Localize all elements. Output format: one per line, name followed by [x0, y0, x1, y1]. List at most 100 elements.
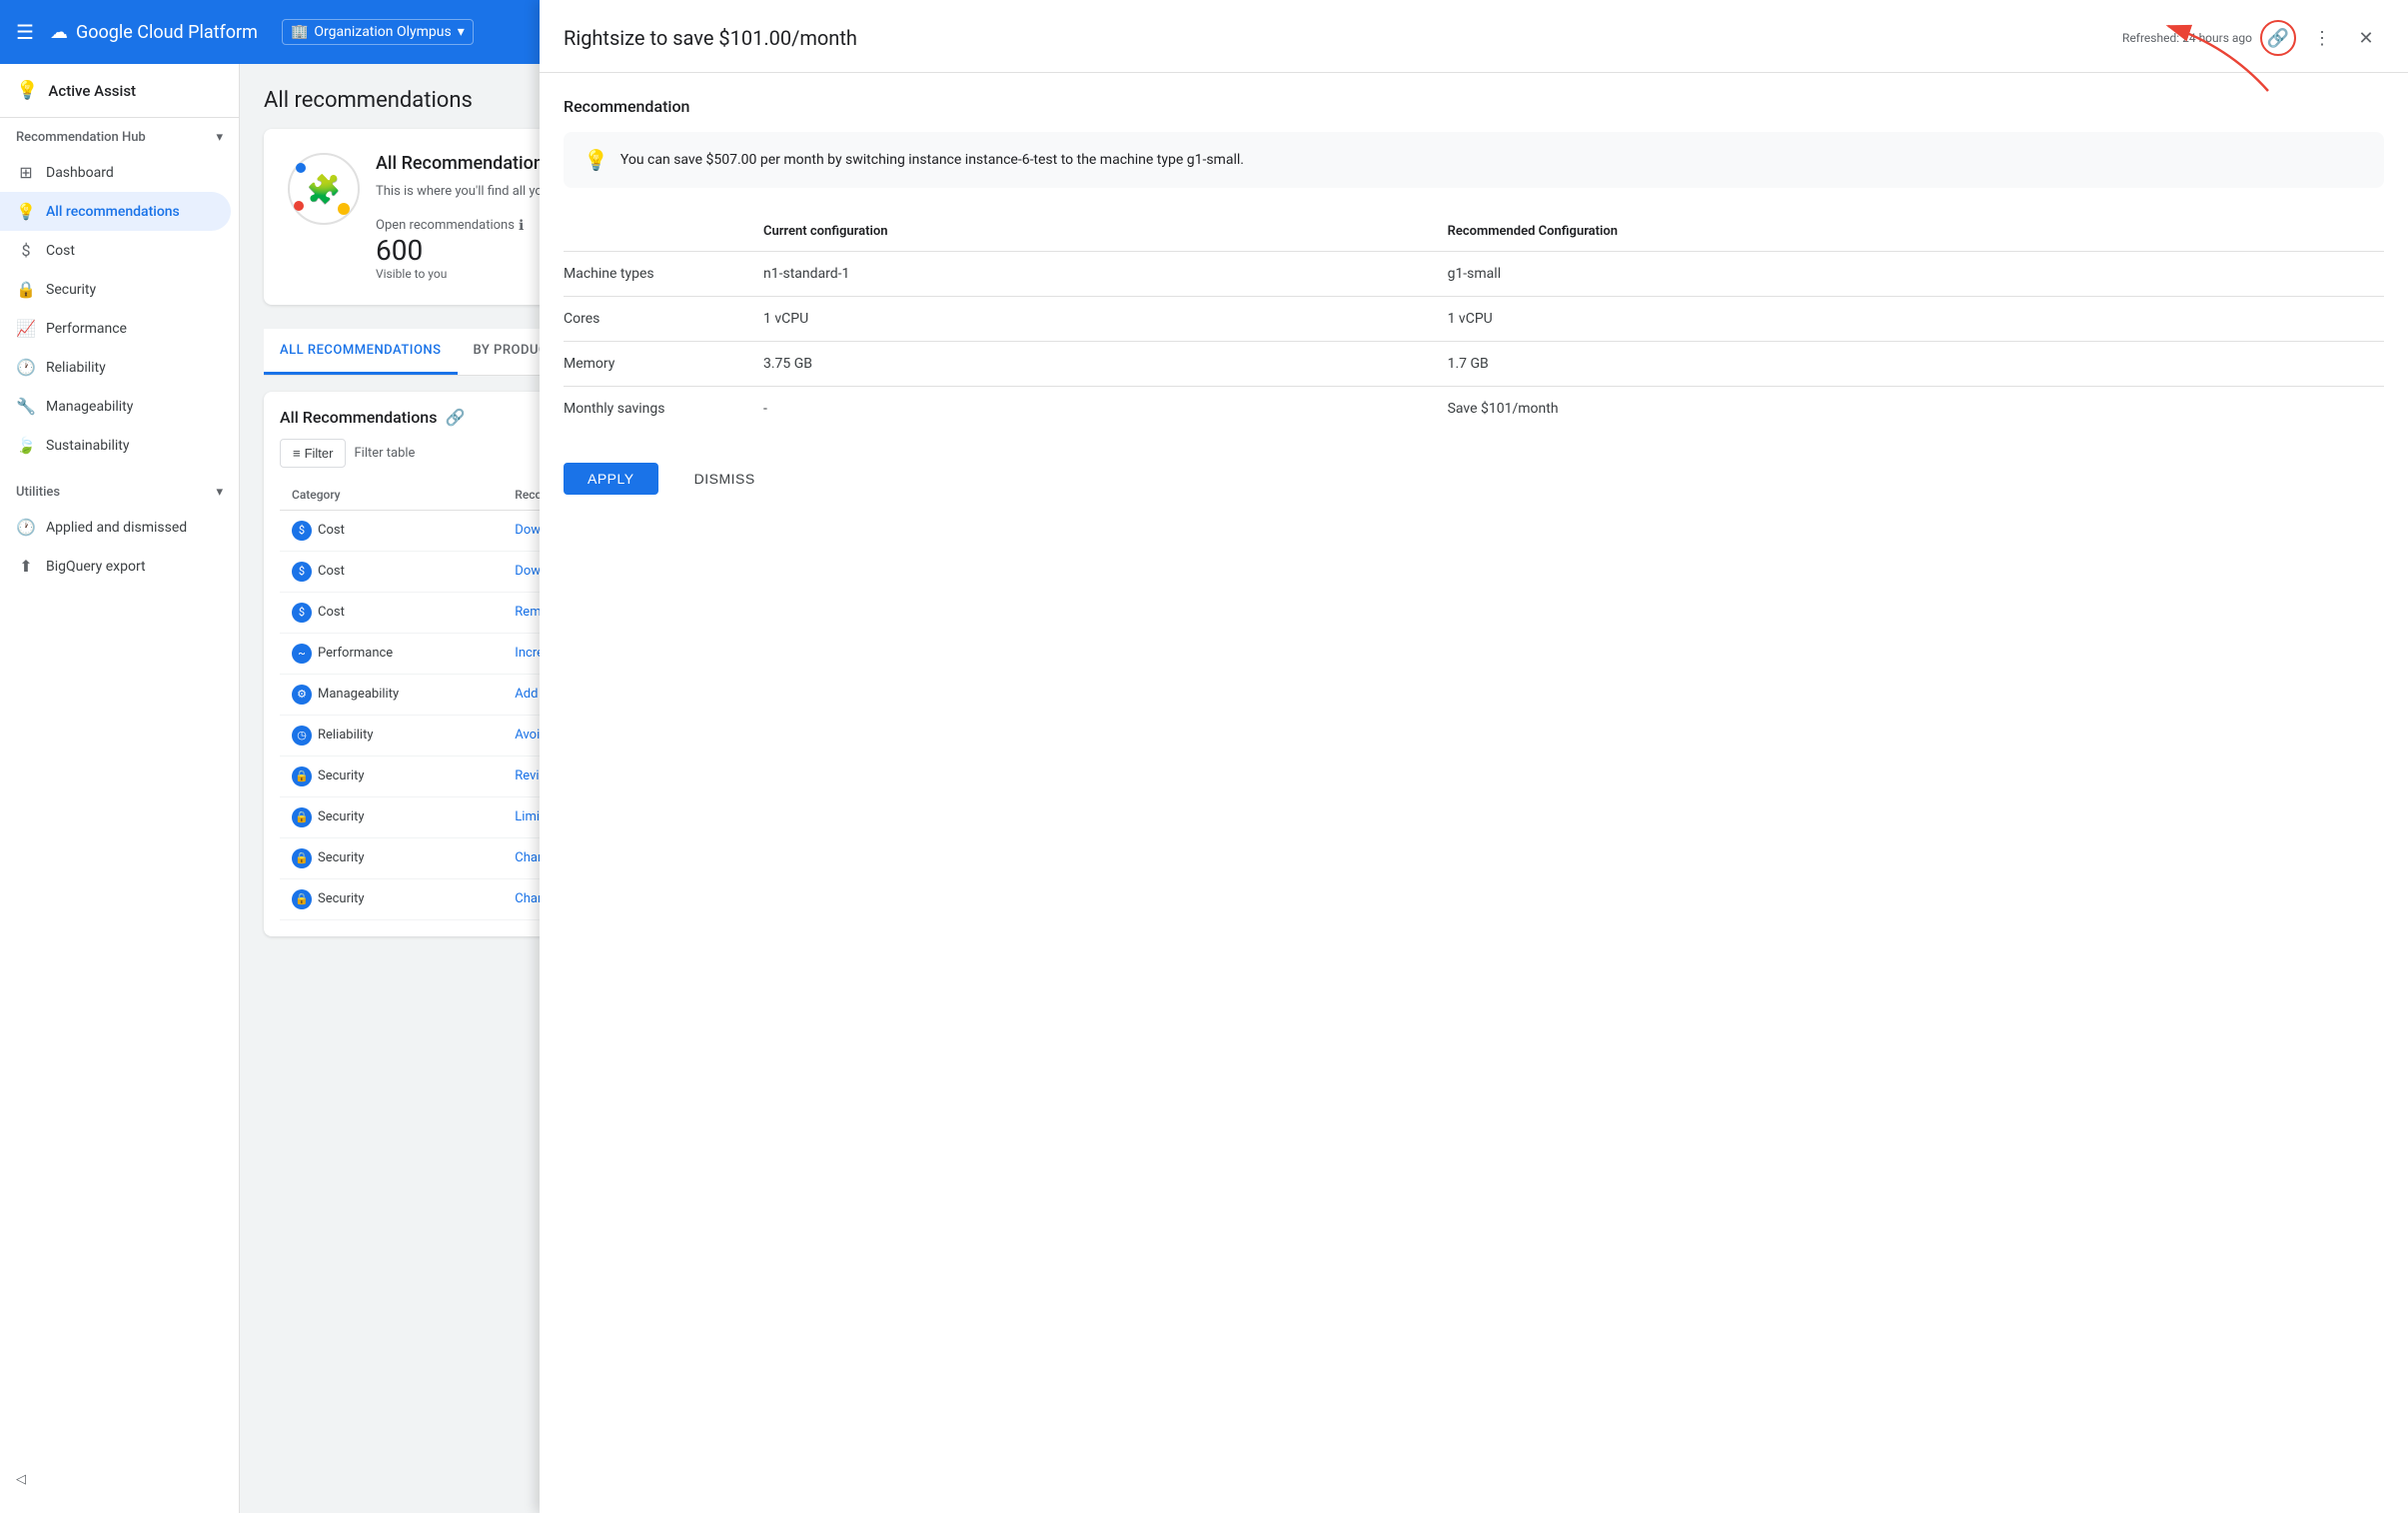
sidebar: 💡 Active Assist Recommendation Hub ▾ ⊞ D…: [0, 64, 240, 1513]
config-row-label: Memory: [564, 342, 763, 387]
category-badge: $ Cost: [292, 562, 345, 582]
category-label: Security: [318, 809, 365, 824]
recommendation-info-box: 💡 You can save $507.00 per month by swit…: [564, 132, 2384, 188]
org-icon: 🏢: [291, 24, 308, 40]
security-icon: 🔒: [16, 280, 36, 299]
category-label: Performance: [318, 646, 393, 661]
sidebar-item-label: Applied and dismissed: [46, 520, 187, 536]
filter-label: Filter: [305, 446, 334, 461]
panel-body: Recommendation 💡 You can save $507.00 pe…: [540, 73, 2408, 519]
category-badge: $ Cost: [292, 521, 345, 541]
sidebar-item-security[interactable]: 🔒 Security: [0, 270, 231, 309]
config-row-recommended: 1.7 GB: [1448, 342, 2384, 387]
config-row-current: -: [763, 387, 1448, 432]
sidebar-item-label: BigQuery export: [46, 559, 146, 575]
recommendation-section-title: Recommendation: [564, 97, 2384, 116]
recommendation-hub-header[interactable]: Recommendation Hub ▾: [0, 118, 239, 153]
panel-close-button[interactable]: ✕: [2348, 20, 2384, 56]
panel-more-button[interactable]: ⋮: [2304, 20, 2340, 56]
sidebar-item-label: Reliability: [46, 360, 106, 376]
category-badge: 🔒 Security: [292, 848, 365, 868]
sidebar-item-label: Cost: [46, 243, 75, 259]
category-label: Cost: [318, 605, 345, 620]
dashboard-icon: ⊞: [16, 163, 36, 182]
sidebar-item-dashboard[interactable]: ⊞ Dashboard: [0, 153, 231, 192]
utilities-header[interactable]: Utilities ▾: [0, 473, 239, 508]
category-badge: 🔒 Security: [292, 766, 365, 786]
col-category: Category: [280, 480, 503, 511]
category-icon: 🔒: [292, 807, 312, 827]
recommendation-hub-chevron: ▾: [216, 130, 223, 145]
sustainability-icon: 🍃: [16, 436, 36, 455]
config-row-label: Monthly savings: [564, 387, 763, 432]
org-name: Organization Olympus: [314, 24, 451, 40]
category-icon: $: [292, 521, 312, 541]
filter-button[interactable]: ≡ Filter: [280, 439, 346, 468]
panel-refreshed: Refreshed: 24 hours ago: [2122, 31, 2252, 45]
sidebar-item-reliability[interactable]: 🕐 Reliability: [0, 348, 231, 387]
overview-dot-blue: [296, 163, 306, 173]
config-row-current: 3.75 GB: [763, 342, 1448, 387]
config-row: Memory 3.75 GB 1.7 GB: [564, 342, 2384, 387]
category-label: Security: [318, 768, 365, 783]
dismiss-button[interactable]: DISMISS: [670, 463, 779, 495]
sidebar-item-label: Performance: [46, 321, 127, 337]
all-recs-icon: 💡: [16, 202, 36, 221]
config-row-recommended: g1-small: [1448, 252, 2384, 297]
category-icon: ~: [292, 644, 312, 664]
category-icon: 🔒: [292, 889, 312, 909]
category-label: Manageability: [318, 687, 399, 702]
category-badge: $ Cost: [292, 603, 345, 623]
apply-button[interactable]: APPLY: [564, 463, 658, 495]
applied-dismissed-icon: 🕐: [16, 518, 36, 537]
org-chevron-icon: ▾: [458, 24, 465, 40]
panel-header: Rightsize to save $101.00/month Refreshe…: [540, 0, 2408, 73]
performance-icon: 📈: [16, 319, 36, 338]
config-row: Machine types n1-standard-1 g1-small: [564, 252, 2384, 297]
config-row: Monthly savings - Save $101/month: [564, 387, 2384, 432]
collapse-icon: ◁: [16, 1472, 26, 1487]
app-title: Google Cloud Platform: [76, 22, 258, 43]
menu-icon[interactable]: ☰: [16, 20, 34, 44]
category-icon: ◷: [292, 726, 312, 746]
overview-icon-area: 🧩: [288, 153, 360, 225]
config-row-recommended: Save $101/month: [1448, 387, 2384, 432]
all-recs-link-icon[interactable]: 🔗: [445, 408, 465, 427]
sidebar-item-cost[interactable]: $ Cost: [0, 231, 231, 270]
panel-title: Rightsize to save $101.00/month: [564, 26, 857, 50]
sidebar-item-label: Dashboard: [46, 165, 114, 181]
all-recs-title: All Recommendations 🔗: [280, 408, 465, 427]
sidebar-item-bigquery-export[interactable]: ⬆ BigQuery export: [0, 547, 231, 586]
org-selector[interactable]: 🏢 Organization Olympus ▾: [282, 19, 474, 45]
tab-all-recommendations[interactable]: ALL RECOMMENDATIONS: [264, 329, 458, 375]
bigquery-icon: ⬆: [16, 557, 36, 576]
active-assist-icon: 💡: [16, 80, 38, 101]
category-badge: ~ Performance: [292, 644, 393, 664]
sidebar-collapse-button[interactable]: ◁: [0, 1462, 239, 1497]
category-label: Reliability: [318, 728, 374, 743]
rec-info-text: You can save $507.00 per month by switch…: [620, 150, 1244, 171]
category-badge: ◷ Reliability: [292, 726, 374, 746]
recommendation-hub-label: Recommendation Hub: [16, 130, 146, 145]
rec-info-icon: 💡: [584, 148, 608, 172]
sidebar-item-all-recommendations[interactable]: 💡 All recommendations: [0, 192, 231, 231]
category-badge: 🔒 Security: [292, 807, 365, 827]
sidebar-item-sustainability[interactable]: 🍃 Sustainability: [0, 426, 231, 465]
category-label: Security: [318, 891, 365, 906]
action-buttons: APPLY DISMISS: [564, 463, 2384, 495]
app-logo: ☁ Google Cloud Platform: [50, 22, 258, 43]
config-col-current: Current configuration: [763, 212, 1448, 252]
category-icon: $: [292, 603, 312, 623]
sidebar-item-applied-dismissed[interactable]: 🕐 Applied and dismissed: [0, 508, 231, 547]
cost-icon: $: [16, 241, 36, 260]
sidebar-item-manageability[interactable]: 🔧 Manageability: [0, 387, 231, 426]
category-icon: ⚙: [292, 685, 312, 705]
right-panel: Rightsize to save $101.00/month Refreshe…: [540, 0, 2408, 1513]
info-icon: ℹ: [519, 218, 524, 234]
sidebar-item-performance[interactable]: 📈 Performance: [0, 309, 231, 348]
panel-link-button[interactable]: 🔗: [2260, 20, 2296, 56]
overview-main-icon: 🧩: [307, 173, 342, 206]
overview-dot-red: [294, 201, 304, 211]
reliability-icon: 🕐: [16, 358, 36, 377]
sidebar-item-label: Security: [46, 282, 96, 298]
